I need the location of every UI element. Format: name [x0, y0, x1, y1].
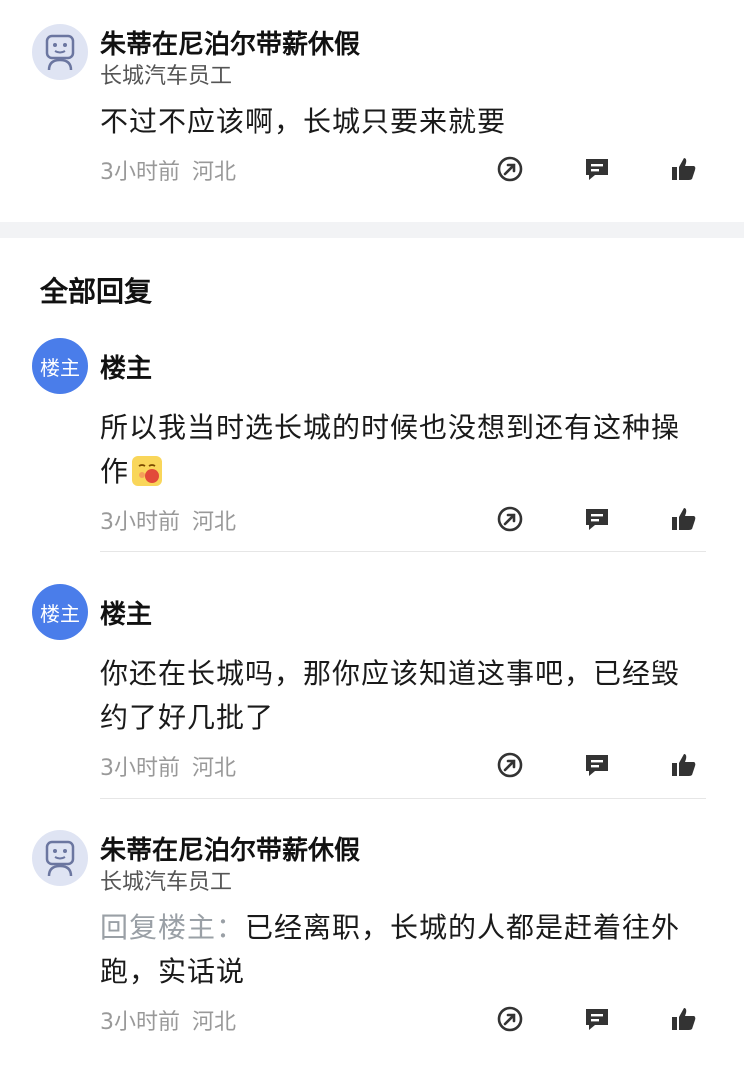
op-avatar[interactable]: 楼主: [32, 584, 88, 640]
section-title: 全部回复: [40, 275, 153, 308]
location: 河北: [192, 1010, 237, 1035]
section-gap: [0, 222, 744, 238]
thumbs-up-icon: [672, 508, 696, 530]
author-name[interactable]: 楼主: [100, 594, 152, 631]
comment-item: 楼主 楼主 你还在长城吗，那你应该知道这事吧，已经毁约了好几批了 3小时前 河北: [0, 584, 744, 800]
comment-icon: [586, 1009, 608, 1030]
author-subtitle: 长城汽车员工: [100, 64, 233, 89]
location: 河北: [192, 510, 237, 535]
comment-item: 朱蒂在尼泊尔带薪休假 长城汽车员工 回复楼主：已经离职，长城的人都是赶着往外跑，…: [0, 830, 744, 1066]
thumbs-up-icon: [672, 158, 696, 180]
thumbs-up-icon: [672, 1008, 696, 1030]
author-name[interactable]: 朱蒂在尼泊尔带薪休假: [100, 830, 360, 867]
op-avatar-label: 楼主: [40, 355, 80, 380]
comment-icon: [586, 159, 608, 180]
reply-button[interactable]: [582, 1004, 612, 1034]
like-button[interactable]: [669, 504, 699, 534]
comment-item: 朱蒂在尼泊尔带薪休假 长城汽车员工 不过不应该啊，长城只要来就要 3小时前 河北: [0, 0, 744, 222]
op-avatar[interactable]: 楼主: [32, 338, 88, 394]
reply-button[interactable]: [582, 154, 612, 184]
comment-icon: [586, 755, 608, 776]
reply-button[interactable]: [582, 504, 612, 534]
robot-avatar-icon: [45, 840, 75, 877]
user-avatar[interactable]: [32, 830, 88, 886]
share-icon: [497, 506, 523, 532]
comment-item: 楼主 楼主 所以我当时选长城的时候也没想到还有这种操作 3小时前 河北: [0, 338, 744, 552]
comment-text: 你还在长城吗，那你应该知道这事吧，已经毁约了好几批了: [100, 657, 681, 734]
comment-meta: 3小时前 河北: [100, 750, 236, 782]
share-button[interactable]: [495, 1004, 525, 1034]
author-subtitle: 长城汽车员工: [100, 870, 233, 895]
comment-text: 回复楼主：已经离职，长城的人都是赶着往外跑，实话说: [100, 911, 681, 988]
like-button[interactable]: [669, 750, 699, 780]
comment-meta: 3小时前 河北: [100, 1004, 236, 1036]
timestamp: 3小时前: [100, 756, 180, 781]
like-button[interactable]: [669, 154, 699, 184]
share-icon: [497, 752, 523, 778]
timestamp: 3小时前: [100, 160, 180, 185]
comment-text: 不过不应该啊，长城只要来就要: [100, 105, 507, 138]
divider: [100, 798, 706, 799]
divider: [100, 551, 706, 552]
face-emoji-icon: [132, 456, 163, 486]
share-button[interactable]: [495, 504, 525, 534]
timestamp: 3小时前: [100, 510, 180, 535]
author-name[interactable]: 朱蒂在尼泊尔带薪休假: [100, 24, 360, 61]
location: 河北: [192, 756, 237, 781]
share-icon: [497, 156, 523, 182]
comment-meta: 3小时前 河北: [100, 504, 236, 536]
thumbs-up-icon: [672, 754, 696, 776]
reply-to-link[interactable]: 回复楼主：: [100, 911, 245, 944]
like-button[interactable]: [669, 1004, 699, 1034]
comment-icon: [586, 509, 608, 530]
comment-meta: 3小时前 河北: [100, 154, 236, 186]
share-button[interactable]: [495, 154, 525, 184]
timestamp: 3小时前: [100, 1010, 180, 1035]
reply-button[interactable]: [582, 750, 612, 780]
user-avatar[interactable]: [32, 24, 88, 80]
robot-avatar-icon: [45, 34, 75, 71]
share-button[interactable]: [495, 750, 525, 780]
comment-text: 所以我当时选长城的时候也没想到还有这种操作: [100, 411, 681, 488]
author-name[interactable]: 楼主: [100, 348, 152, 385]
location: 河北: [192, 160, 237, 185]
op-avatar-label: 楼主: [40, 601, 80, 626]
share-icon: [497, 1006, 523, 1032]
